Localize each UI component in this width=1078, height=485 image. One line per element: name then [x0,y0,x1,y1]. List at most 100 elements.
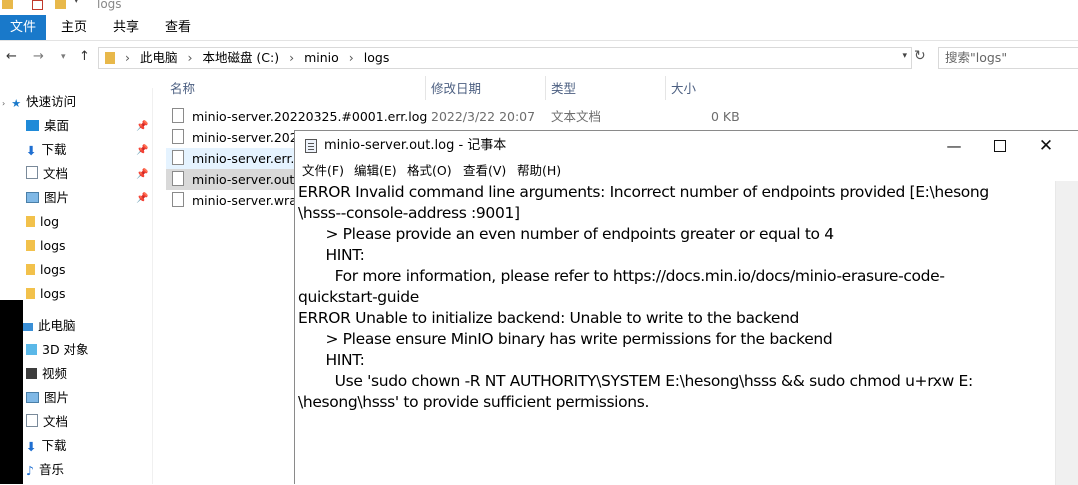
sidebar-item-downloads[interactable]: ⬇ 下载 [26,139,67,161]
download-icon: ⬇ [26,143,37,158]
up-arrow-icon[interactable]: ↑ [79,49,90,64]
search-box[interactable] [938,47,1078,69]
sidebar-item-logs[interactable]: logs [26,235,66,257]
quick-access-dropdown-icon[interactable]: ▾ [74,0,79,6]
sidebar-item-downloads-pc[interactable]: ⬇ 下载 [26,435,67,457]
breadcrumb-minio[interactable]: minio [304,50,339,65]
text-file-icon [172,108,184,123]
forward-arrow-icon[interactable]: → [33,49,44,64]
sidebar-item-3d-objects[interactable]: 3D 对象 [26,339,89,361]
folder-icon [26,216,35,227]
breadcrumb-separator-icon[interactable]: › [125,50,130,65]
recent-locations-icon[interactable]: ▾ [61,52,66,62]
tab-share[interactable]: 共享 [104,15,148,40]
menu-help[interactable]: 帮助(H) [517,161,561,181]
menu-view[interactable]: 查看(V) [463,161,506,181]
column-header-modified[interactable]: 修改日期 [431,78,481,100]
folder-icon [105,52,115,64]
file-row-selected[interactable]: minio-server.out.log [166,169,306,190]
folder-icon [26,240,35,251]
new-folder-icon[interactable] [55,0,66,9]
folder-icon [26,288,35,299]
file-row[interactable]: minio-server.wrapper.log [166,190,306,211]
sidebar-item-logs[interactable]: logs [26,259,66,281]
breadcrumb-separator-icon[interactable]: › [289,50,294,65]
notepad-icon [305,139,317,153]
search-input[interactable] [939,48,1078,66]
sidebar-item-videos[interactable]: 视频 [26,363,67,385]
folder-icon [26,264,35,275]
sidebar-item-music[interactable]: ♪ 音乐 [26,459,64,481]
maximize-icon[interactable] [977,131,1023,161]
pin-icon[interactable]: 📌 [136,169,148,180]
close-icon[interactable]: ✕ [1023,131,1069,161]
star-icon: ★ [11,97,22,110]
pin-icon[interactable]: 📌 [136,145,148,156]
sidebar-item-desktop[interactable]: 桌面 [26,115,69,137]
vertical-scrollbar[interactable] [1055,181,1078,485]
column-header-size[interactable]: 大小 [671,78,696,100]
sidebar-item-label: 图片 [44,390,70,405]
sidebar-item-label: 音乐 [38,462,64,477]
menu-edit[interactable]: 编辑(E) [354,161,397,181]
notepad-window: minio-server.out.log - 记事本 — ✕ 文件(F) 编辑(… [294,130,1078,485]
refresh-icon[interactable]: ↻ [914,48,926,64]
pin-icon[interactable]: 📌 [136,193,148,204]
expand-chevron-icon[interactable]: › [2,99,5,108]
sidebar-item-label: 快速访问 [26,94,77,109]
address-dropdown-icon[interactable]: ▾ [902,51,907,61]
sidebar-item-label: 下载 [41,438,67,453]
file-size: 0 KB [711,109,740,124]
breadcrumb-logs[interactable]: logs [364,50,390,65]
menu-file[interactable]: 文件(F) [302,161,344,181]
notepad-title-bar[interactable]: minio-server.out.log - 记事本 — ✕ [295,131,1078,161]
breadcrumb-this-pc[interactable]: 此电脑 [140,50,178,65]
sidebar-item-label: logs [40,238,66,253]
column-divider[interactable] [665,76,666,100]
sidebar-item-label: logs [40,262,66,277]
sidebar-item-log[interactable]: log [26,211,59,233]
cube-icon [26,344,37,355]
file-row[interactable]: minio-server.20220325.#0001.out.log [166,127,306,148]
sidebar-item-quick-access[interactable]: › ★ 快速访问 [2,91,76,113]
menu-format[interactable]: 格式(O) [407,161,452,181]
sidebar-item-label: 此电脑 [38,318,76,333]
column-divider[interactable] [425,76,426,100]
file-name: minio-server.err.log [192,151,306,166]
file-name: minio-server.wrapper.log [192,193,306,208]
desktop-icon [26,120,39,131]
file-name: minio-server.20220325.#0001.out.log [192,130,306,145]
minimize-icon[interactable]: — [931,131,977,161]
picture-icon [26,192,39,203]
sidebar-item-label: 下载 [41,142,67,157]
tab-file[interactable]: 文件 [0,15,46,40]
breadcrumb-separator-icon[interactable]: › [187,50,192,65]
sidebar-item-label: 图片 [44,190,70,205]
tab-home[interactable]: 主页 [52,15,96,40]
document-icon [26,414,38,427]
back-arrow-icon[interactable]: ← [6,49,17,64]
column-header-name[interactable]: 名称 [170,78,195,100]
sidebar-item-label: 3D 对象 [42,342,89,357]
sidebar-item-logs[interactable]: logs [26,283,66,305]
sidebar-item-pictures-pc[interactable]: 图片 [26,387,69,409]
sidebar-item-pictures[interactable]: 图片 [26,187,69,209]
address-box[interactable]: › 此电脑 › 本地磁盘 (C:) › minio › logs ▾ [98,47,912,69]
window-title: logs [97,0,122,11]
text-file-icon [172,129,184,144]
file-row[interactable]: minio-server.err.log [166,148,306,169]
sidebar-item-this-pc[interactable]: 此电脑 [22,315,76,337]
pin-icon[interactable]: 📌 [136,121,148,132]
breadcrumb-separator-icon[interactable]: › [349,50,354,65]
folder-icon [2,0,13,9]
notepad-text-area[interactable]: ERROR Invalid command line arguments: In… [298,182,1054,485]
document-icon [26,166,38,179]
tab-view[interactable]: 查看 [156,15,200,40]
notepad-menu-bar: 文件(F) 编辑(E) 格式(O) 查看(V) 帮助(H) [295,161,1078,181]
column-divider[interactable] [545,76,546,100]
properties-icon[interactable] [32,0,43,10]
sidebar-item-documents-pc[interactable]: 文档 [26,411,68,433]
sidebar-item-documents[interactable]: 文档 [26,163,68,185]
breadcrumb-local-disk[interactable]: 本地磁盘 (C:) [202,50,279,65]
column-header-type[interactable]: 类型 [551,78,576,100]
